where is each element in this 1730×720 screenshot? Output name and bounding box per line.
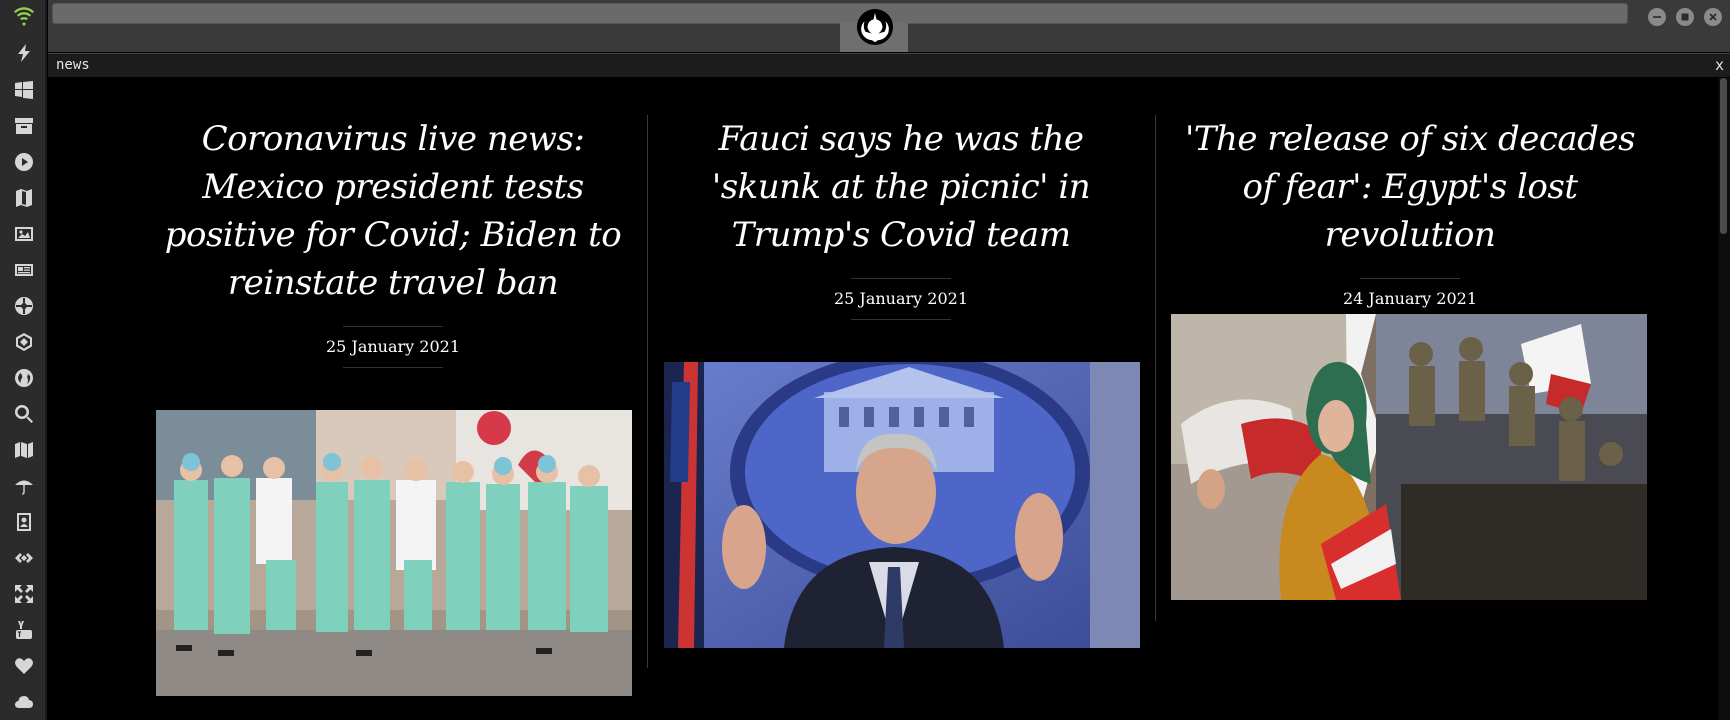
globe-icon[interactable] bbox=[13, 367, 35, 389]
hexagon-icon[interactable] bbox=[13, 331, 35, 353]
tab-bar: news x bbox=[48, 53, 1730, 77]
date-rule-bottom bbox=[343, 367, 443, 368]
date-rule-bottom bbox=[851, 319, 951, 320]
umbrella-icon[interactable] bbox=[13, 475, 35, 497]
article-card[interactable]: 'The release of six decades of fear': Eg… bbox=[1170, 115, 1650, 320]
search-icon[interactable] bbox=[13, 403, 35, 425]
map-icon[interactable] bbox=[13, 439, 35, 461]
article-headline[interactable]: Coronavirus live news: Mexico president … bbox=[153, 115, 633, 307]
maximize-button[interactable] bbox=[1676, 8, 1694, 26]
rebel-alliance-logo-icon[interactable] bbox=[856, 8, 894, 46]
article-headline[interactable]: 'The release of six decades of fear': Eg… bbox=[1170, 115, 1650, 259]
minimize-button[interactable] bbox=[1648, 8, 1666, 26]
article-image-nurses[interactable] bbox=[156, 410, 632, 696]
wifi-icon[interactable] bbox=[13, 5, 35, 27]
article-card[interactable]: Fauci says he was the 'skunk at the picn… bbox=[660, 115, 1142, 320]
close-window-button[interactable] bbox=[1704, 8, 1722, 26]
newspaper-icon[interactable] bbox=[13, 259, 35, 281]
empire-icon[interactable] bbox=[13, 295, 35, 317]
address-bar[interactable] bbox=[52, 3, 1628, 24]
column-divider bbox=[1155, 115, 1156, 621]
browser-toolbar bbox=[48, 0, 1730, 52]
link-icon[interactable] bbox=[13, 547, 35, 569]
image-icon[interactable] bbox=[13, 223, 35, 245]
article-image-fauci[interactable] bbox=[664, 362, 1140, 648]
article-date: 25 January 2021 bbox=[325, 337, 461, 356]
tab-news[interactable]: news bbox=[56, 57, 90, 73]
youtube-icon[interactable] bbox=[13, 619, 35, 641]
cloud-icon[interactable] bbox=[13, 691, 35, 713]
tab-close-button[interactable]: x bbox=[1715, 56, 1724, 74]
article-image-egypt[interactable] bbox=[1171, 314, 1647, 600]
windows-icon[interactable] bbox=[13, 79, 35, 101]
lightning-icon[interactable] bbox=[13, 42, 35, 64]
app-sidebar bbox=[0, 0, 47, 720]
heart-icon[interactable] bbox=[13, 655, 35, 677]
contacts-icon[interactable] bbox=[13, 511, 35, 533]
vertical-scrollbar[interactable] bbox=[1718, 78, 1730, 720]
archive-icon[interactable] bbox=[13, 115, 35, 137]
column-divider bbox=[647, 115, 648, 668]
play-icon[interactable] bbox=[13, 151, 35, 173]
scrollbar-thumb[interactable] bbox=[1720, 78, 1727, 234]
map-book-icon[interactable] bbox=[13, 187, 35, 209]
expand-icon[interactable] bbox=[13, 583, 35, 605]
article-headline[interactable]: Fauci says he was the 'skunk at the picn… bbox=[660, 115, 1142, 259]
article-date: 25 January 2021 bbox=[833, 289, 969, 308]
article-date: 24 January 2021 bbox=[1342, 289, 1478, 308]
article-card[interactable]: Coronavirus live news: Mexico president … bbox=[153, 115, 633, 368]
